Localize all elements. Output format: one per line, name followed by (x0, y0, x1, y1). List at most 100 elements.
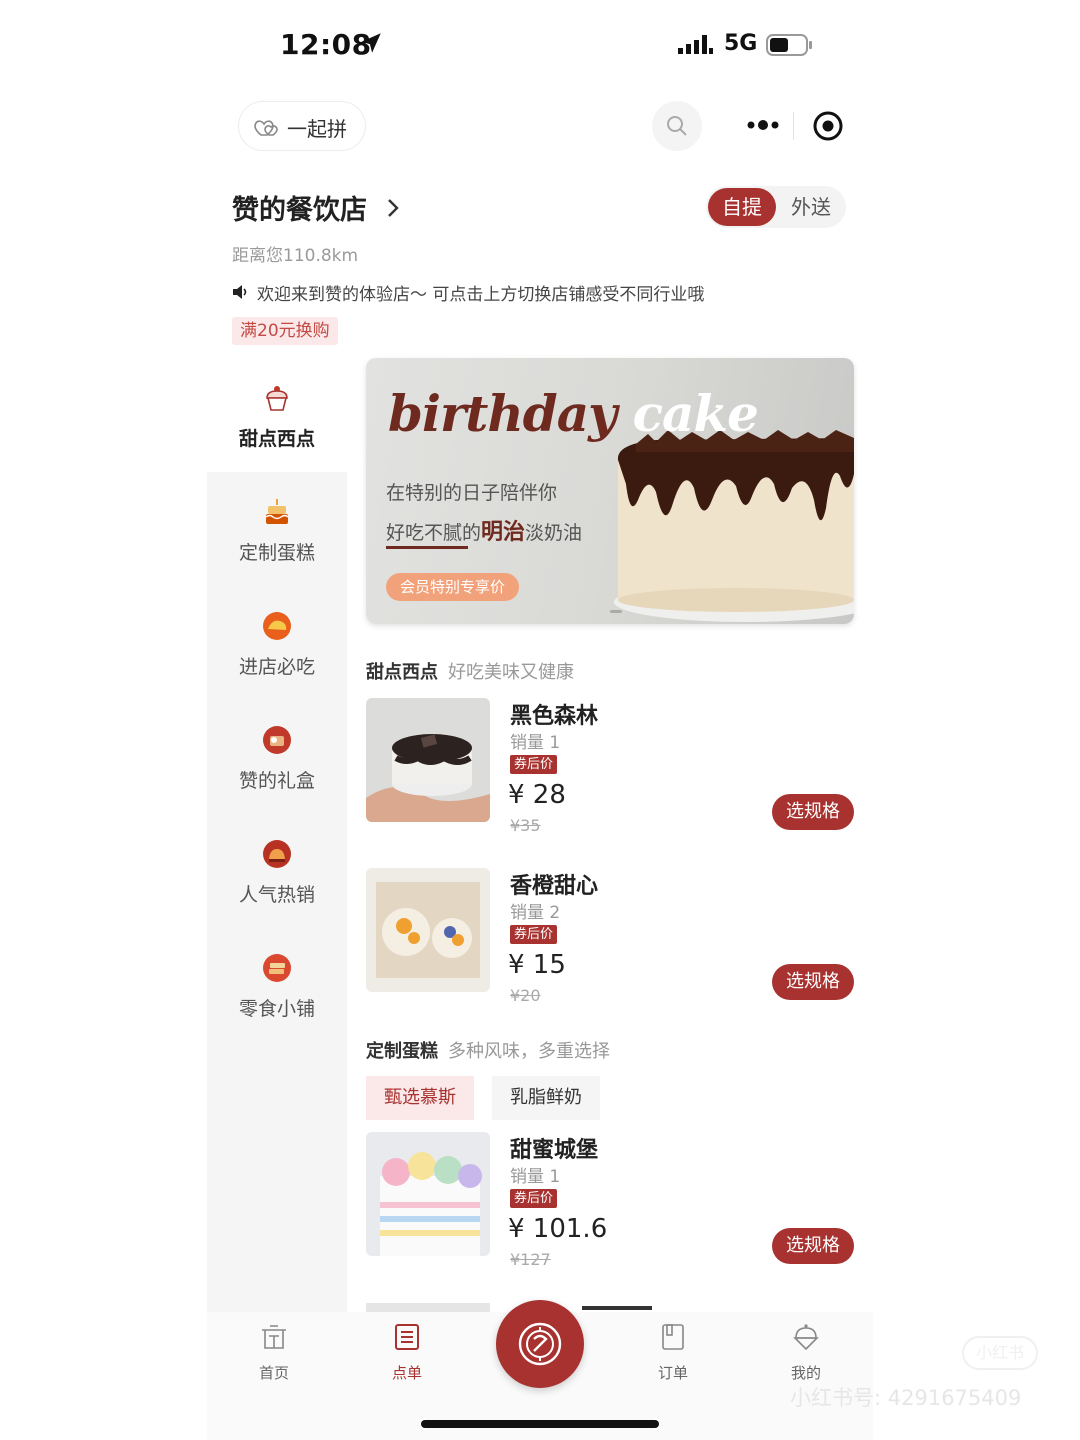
sidebar-item-gift-box[interactable]: 赞的礼盒 (207, 700, 347, 814)
select-spec-button[interactable]: 选规格 (772, 964, 854, 1000)
sidebar-item-custom-cake[interactable]: 定制蛋糕 (207, 472, 347, 586)
tab-label: 订单 (657, 1364, 688, 1382)
banner-underline (386, 546, 468, 549)
tab-home[interactable]: 首页 (209, 1312, 339, 1402)
sidebar-item-label: 定制蛋糕 (238, 542, 315, 564)
banner-tagline: 在特别的日子陪伴你 (386, 482, 558, 504)
birthday-cake-icon (265, 499, 289, 524)
sidebar-item-label: 甜点西点 (238, 428, 315, 450)
section-subtitle: 多种风味，多重选择 (448, 1041, 610, 1062)
filter-chip-mousse[interactable]: 甄选慕斯 (366, 1076, 474, 1120)
banner-script-birthday: birthday (388, 384, 617, 443)
sidebar-item-desserts[interactable]: 甜点西点 (207, 358, 347, 472)
tab-order-menu[interactable]: 点单 (342, 1312, 472, 1402)
pickup-option[interactable]: 自提 (708, 188, 776, 226)
section-title: 甜点西点 (366, 662, 438, 683)
signal-icon (678, 35, 713, 54)
coupon-badge: 券后价 (510, 1189, 558, 1208)
section-subtitle: 好吃美味又健康 (448, 662, 574, 683)
watermark-id: 小红书号: 4291675409 (790, 1386, 1022, 1410)
promo-tag[interactable]: 满20元换购 (232, 317, 338, 345)
product-sales: 销量 1 (510, 1167, 561, 1187)
location-arrow-icon (361, 33, 381, 53)
status-bar: 12:08 5G (0, 0, 1080, 90)
store-name[interactable]: 赞的餐饮店 (232, 188, 367, 227)
center-store-button[interactable] (496, 1300, 584, 1388)
original-price: ¥35 (510, 816, 541, 835)
delivery-mode-toggle: 自提 外送 (706, 186, 846, 228)
product-name: 香橙甜心 (510, 874, 599, 899)
sidebar-item-label: 人气热销 (238, 884, 315, 906)
banner-line2-bold: 明治 (481, 520, 526, 545)
must-eat-icon (263, 612, 291, 640)
speaker-icon (233, 285, 247, 299)
battery-icon (766, 34, 812, 56)
product-image-black-forest (366, 698, 490, 822)
product-image-orange-tart (366, 868, 490, 992)
search-icon (667, 116, 687, 136)
snack-icon (263, 954, 291, 982)
group-buy-button[interactable]: 一起拼 (238, 101, 366, 151)
gift-box-icon (263, 726, 291, 754)
cupcake-icon (266, 386, 288, 411)
sidebar-item-label: 进店必吃 (238, 656, 315, 678)
sidebar-item-hot-sale[interactable]: 人气热销 (207, 814, 347, 928)
product-sales: 销量 2 (510, 903, 561, 923)
notice-text: 欢迎来到赞的体验店～ 可点击上方切换店铺感受不同行业哦 (257, 285, 705, 305)
double-heart-icon (254, 120, 278, 136)
profile-icon (793, 1324, 819, 1351)
product-price: ¥ 101.6 (508, 1214, 608, 1244)
product-image-sweet-castle (366, 1132, 490, 1256)
home-icon (262, 1325, 286, 1349)
capsule-divider (793, 112, 794, 140)
section-header-custom-cake: 定制蛋糕 多种风味，多重选择 (366, 1037, 610, 1063)
close-miniprogram-icon[interactable] (812, 110, 844, 142)
section-header-desserts: 甜点西点 好吃美味又健康 (366, 658, 574, 684)
hot-sale-icon (263, 840, 291, 868)
watermark-brand: 小红书 (962, 1336, 1038, 1370)
sidebar-item-must-eat[interactable]: 进店必吃 (207, 586, 347, 700)
next-product-name-peek (582, 1302, 652, 1312)
product-price: ¥ 28 (508, 780, 566, 810)
home-indicator (421, 1420, 659, 1428)
filter-chip-fresh-cream[interactable]: 乳脂鲜奶 (492, 1076, 600, 1120)
sidebar-item-label: 零食小铺 (238, 998, 315, 1020)
delivery-option[interactable]: 外送 (778, 188, 844, 226)
sidebar-item-snacks[interactable]: 零食小铺 (207, 928, 347, 1042)
tab-label: 首页 (258, 1364, 289, 1382)
tab-label: 我的 (790, 1364, 821, 1382)
product-card[interactable]: 香橙甜心 销量 2 券后价 ¥ 15 ¥20 选规格 (366, 868, 854, 1008)
select-spec-button[interactable]: 选规格 (772, 794, 854, 830)
banner-line2-pre: 好吃不腻的 (386, 522, 482, 544)
product-sales: 销量 1 (510, 733, 561, 753)
product-price: ¥ 15 (508, 950, 566, 980)
orders-icon (662, 1324, 684, 1350)
banner-script-title: birthday cake (388, 384, 759, 443)
miniprogram-capsule (724, 98, 860, 154)
network-label: 5G (724, 31, 758, 56)
menu-icon (395, 1324, 419, 1350)
more-icon[interactable] (746, 118, 780, 132)
banner-subtagline: 好吃不腻的明治淡奶油 (386, 514, 582, 546)
select-spec-button[interactable]: 选规格 (772, 1228, 854, 1264)
search-button[interactable] (652, 101, 702, 151)
member-price-badge: 会员特别专享价 (386, 573, 520, 601)
category-sidebar: 甜点西点 定制蛋糕 进店必吃 赞的礼盒 人气热销 零食小铺 (207, 358, 347, 1312)
store-logo-icon (518, 1322, 562, 1366)
product-card[interactable]: 甜蜜城堡 销量 1 券后价 ¥ 101.6 ¥127 选规格 (366, 1132, 854, 1272)
tab-label: 点单 (391, 1364, 422, 1382)
promo-banner[interactable]: birthday cake 在特别的日子陪伴你 好吃不腻的明治淡奶油 会员特别专… (366, 358, 854, 624)
original-price: ¥127 (510, 1250, 551, 1269)
original-price: ¥20 (510, 986, 541, 1005)
product-card[interactable]: 黑色森林 销量 1 券后价 ¥ 28 ¥35 选规格 (366, 698, 854, 838)
banner-pagination (610, 610, 622, 613)
chevron-right-icon[interactable] (384, 196, 402, 220)
group-buy-label: 一起拼 (287, 117, 347, 141)
coupon-badge: 券后价 (510, 755, 558, 774)
next-product-image-peek (366, 1303, 490, 1312)
banner-script-cake: cake (632, 384, 759, 443)
section-title: 定制蛋糕 (366, 1041, 438, 1062)
sidebar-item-label: 赞的礼盒 (238, 770, 315, 792)
store-distance: 距离您110.8km (232, 246, 359, 266)
tab-orders[interactable]: 订单 (608, 1312, 738, 1402)
